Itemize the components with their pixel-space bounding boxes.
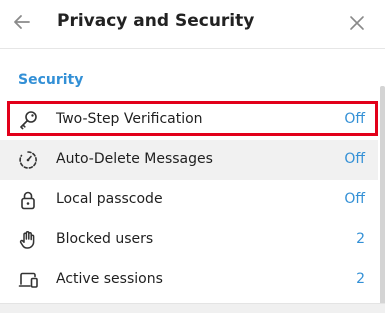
lock-icon — [17, 189, 39, 211]
header-bar: Privacy and Security — [0, 0, 385, 49]
page-title: Privacy and Security — [57, 11, 255, 31]
row-value: Off — [344, 151, 365, 167]
row-label: Auto-Delete Messages — [56, 151, 213, 167]
scrollbar[interactable] — [380, 86, 385, 306]
security-list: Two-Step Verification Off Auto-Delete Me… — [0, 100, 378, 300]
row-label: Two-Step Verification — [56, 111, 203, 127]
row-label: Local passcode — [56, 191, 163, 207]
row-label: Blocked users — [56, 231, 154, 247]
row-value: Off — [344, 191, 365, 207]
row-value: 2 — [356, 231, 365, 247]
row-auto-delete-messages[interactable]: Auto-Delete Messages Off — [0, 140, 378, 180]
key-icon — [17, 109, 39, 131]
close-icon — [350, 16, 364, 30]
row-local-passcode[interactable]: Local passcode Off — [0, 180, 378, 220]
row-active-sessions[interactable]: Active sessions 2 — [0, 260, 378, 300]
row-label: Active sessions — [56, 271, 163, 287]
timer-icon — [17, 149, 39, 171]
close-button[interactable] — [343, 9, 371, 37]
row-two-step-verification[interactable]: Two-Step Verification Off — [0, 100, 378, 140]
devices-icon — [17, 269, 39, 291]
back-button[interactable] — [8, 8, 36, 36]
row-value: 2 — [356, 271, 365, 287]
row-value: Off — [344, 111, 365, 127]
row-blocked-users[interactable]: Blocked users 2 — [0, 220, 378, 260]
hand-icon — [17, 229, 39, 251]
arrow-left-icon — [14, 15, 30, 29]
section-title-security: Security — [18, 72, 84, 88]
